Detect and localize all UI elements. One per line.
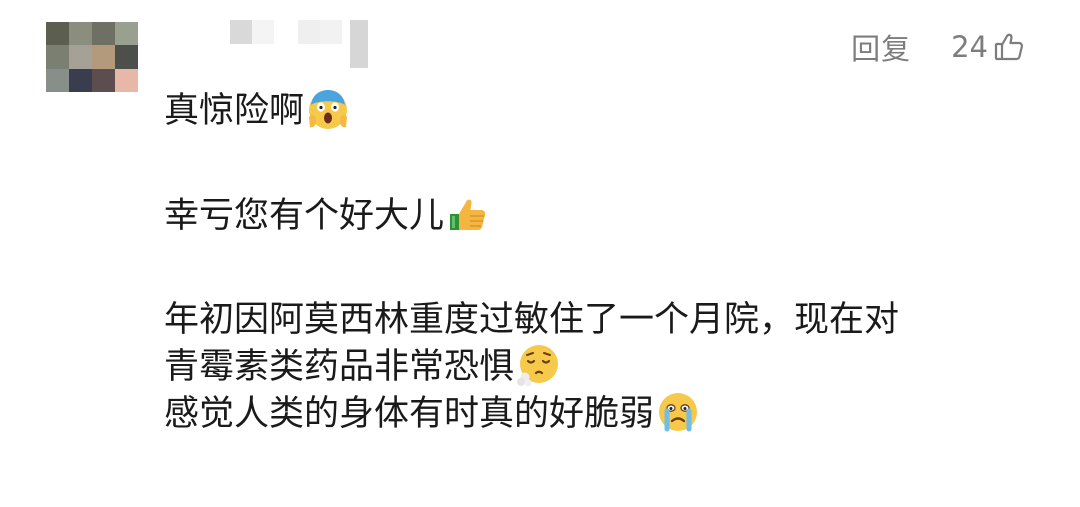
username[interactable] [230, 20, 370, 70]
crying-face-icon [656, 390, 700, 434]
sighing-face-icon [516, 343, 560, 387]
avatar-pixel [46, 22, 69, 46]
avatar-pixel [115, 45, 138, 69]
username-pixel [320, 20, 342, 44]
comment-text: 幸亏您有个好大儿 [164, 196, 445, 236]
avatar-pixel [115, 22, 138, 46]
username-pixel [252, 20, 274, 44]
comment-paragraph: 年初因阿莫西林重度过敏住了一个月院，现在对 青霉素类药品非常恐惧 感觉人类的身体… [164, 297, 1044, 437]
avatar[interactable] [46, 22, 138, 92]
comment-paragraph: 幸亏您有个好大儿 [164, 192, 1044, 239]
reply-button[interactable]: 回复 [851, 26, 911, 68]
like-count: 24 [951, 30, 988, 64]
comment-body: 真惊险啊 幸亏您有个好大儿 年初因阿莫西林重度过敏住了一个月院，现在对 青霉素类… [164, 87, 1044, 437]
comment-text: 感觉人类的身体有时真的好脆弱 [164, 394, 655, 434]
avatar-pixel [69, 22, 92, 46]
comment-text: 青霉素类药品非常恐惧 [164, 347, 515, 387]
username-pixel [230, 20, 252, 44]
avatar-pixel [69, 68, 92, 92]
thumbs-up-icon [446, 192, 490, 236]
avatar-pixel [115, 68, 138, 92]
avatar-pixel [92, 22, 115, 46]
thumbs-up-outline-icon[interactable] [993, 31, 1025, 63]
comment-actions: 回复 24 [851, 30, 1025, 66]
username-pixel [298, 20, 320, 44]
avatar-pixel [46, 45, 69, 69]
screaming-face-icon [306, 87, 350, 131]
username-pixel [350, 20, 368, 68]
avatar-pixel [92, 68, 115, 92]
avatar-pixel [69, 45, 92, 69]
comment-text: 真惊险啊 [164, 91, 305, 131]
comment-paragraph: 真惊险啊 [164, 87, 1044, 134]
avatar-pixel [46, 68, 69, 92]
avatar-pixel [92, 45, 115, 69]
comment-text: 年初因阿莫西林重度过敏住了一个月院，现在对 [164, 300, 900, 340]
